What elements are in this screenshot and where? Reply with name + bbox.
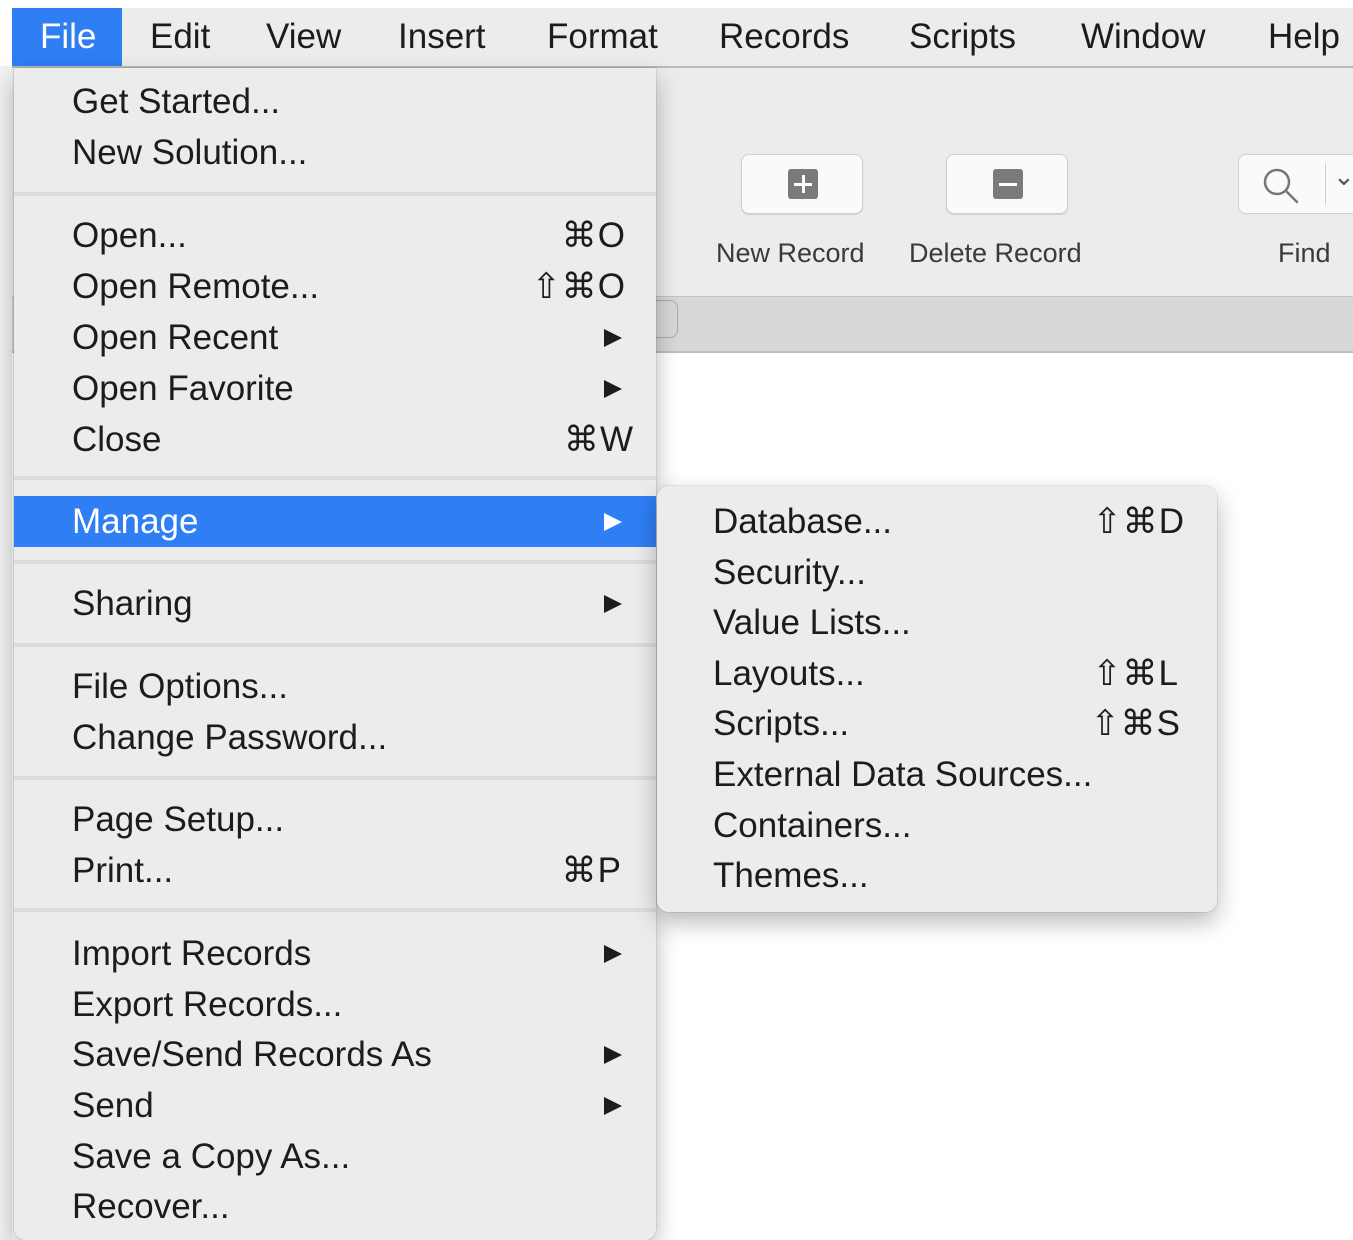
- menu-item-save-send-records-as[interactable]: Save/Send Records As: [14, 1029, 656, 1080]
- menu-item-label: Close: [72, 420, 162, 459]
- menu-separator: [14, 908, 656, 912]
- menu-item-close[interactable]: Close ⌘W: [14, 414, 656, 465]
- submenu-arrow-icon: [604, 329, 622, 347]
- background-window-edge: [0, 66, 12, 1240]
- menu-item-label: Sharing: [72, 584, 193, 623]
- menu-bar: File Edit View Insert Format Records Scr…: [12, 8, 1353, 68]
- menu-item-label: Themes...: [713, 856, 869, 895]
- menu-item-import-records[interactable]: Import Records: [14, 928, 656, 979]
- menu-item-open[interactable]: Open... ⌘O: [14, 210, 656, 261]
- menu-item-label: Value Lists...: [713, 603, 911, 642]
- menu-separator: [14, 476, 656, 480]
- menu-item-database[interactable]: Database... ⇧⌘D: [657, 496, 1217, 547]
- menu-item-label: Recover...: [72, 1187, 230, 1226]
- menu-records[interactable]: Records: [719, 8, 849, 66]
- menu-item-open-remote[interactable]: Open Remote... ⇧⌘O: [14, 261, 656, 312]
- menu-item-page-setup[interactable]: Page Setup...: [14, 794, 656, 845]
- menu-item-label: Get Started...: [72, 82, 281, 121]
- menu-item-label: Containers...: [713, 806, 912, 845]
- search-icon: [1263, 168, 1299, 204]
- menu-format[interactable]: Format: [547, 8, 658, 66]
- menu-item-label: Send: [72, 1086, 154, 1125]
- menu-item-label: New Solution...: [72, 133, 308, 172]
- new-record-button[interactable]: [741, 154, 863, 214]
- menu-item-new-solution[interactable]: New Solution...: [14, 127, 656, 178]
- menu-item-label: Save a Copy As...: [72, 1137, 351, 1176]
- plus-icon: [788, 169, 818, 199]
- menu-item-label: Open Remote...: [72, 267, 320, 306]
- menu-file[interactable]: File: [12, 8, 123, 66]
- delete-record-label: Delete Record: [909, 238, 1082, 268]
- menu-item-label: Export Records...: [72, 985, 343, 1024]
- menu-item-send[interactable]: Send: [14, 1080, 656, 1131]
- menu-item-save-a-copy-as[interactable]: Save a Copy As...: [14, 1131, 656, 1182]
- manage-submenu: Database... ⇧⌘D Security... Value Lists.…: [657, 486, 1217, 912]
- menu-item-label: External Data Sources...: [713, 755, 1093, 794]
- menu-item-shortcut: ⇧⌘D: [1092, 502, 1185, 541]
- menu-item-print[interactable]: Print... ⌘P: [14, 845, 656, 896]
- menu-item-layouts[interactable]: Layouts... ⇧⌘L: [657, 648, 1217, 699]
- menu-item-recover[interactable]: Recover...: [14, 1181, 656, 1232]
- find-label: Find: [1278, 238, 1331, 268]
- menu-item-label: Open Favorite: [72, 369, 294, 408]
- menu-item-themes[interactable]: Themes...: [657, 850, 1217, 901]
- menu-item-file-options[interactable]: File Options...: [14, 661, 656, 712]
- menu-item-security[interactable]: Security...: [657, 547, 1217, 598]
- submenu-arrow-icon: [604, 595, 622, 613]
- submenu-arrow-icon: [604, 1097, 622, 1115]
- menu-item-shortcut: ⌘P: [561, 851, 622, 890]
- menu-help[interactable]: Help: [1268, 8, 1340, 66]
- menu-item-label: Open...: [72, 216, 187, 255]
- find-divider: [1325, 163, 1326, 205]
- menu-item-external-data-sources[interactable]: External Data Sources...: [657, 749, 1217, 800]
- menu-item-shortcut: ⌘W: [563, 420, 634, 459]
- delete-record-button[interactable]: [946, 154, 1068, 214]
- file-menu: Get Started... New Solution... Open... ⌘…: [14, 68, 656, 1240]
- menu-item-label: Manage: [72, 502, 199, 541]
- submenu-arrow-icon: [604, 945, 622, 963]
- menu-window[interactable]: Window: [1081, 8, 1205, 66]
- menu-item-open-recent[interactable]: Open Recent: [14, 312, 656, 363]
- menu-item-shortcut: ⇧⌘L: [1092, 654, 1179, 693]
- menu-item-label: Scripts...: [713, 704, 850, 743]
- menu-item-export-records[interactable]: Export Records...: [14, 979, 656, 1030]
- menu-item-label: Save/Send Records As: [72, 1035, 432, 1074]
- menu-item-label: Page Setup...: [72, 800, 285, 839]
- submenu-arrow-icon: [604, 1046, 622, 1064]
- menu-item-get-started[interactable]: Get Started...: [14, 76, 656, 127]
- menu-item-label: Database...: [713, 502, 892, 541]
- menu-item-scripts[interactable]: Scripts... ⇧⌘S: [657, 698, 1217, 749]
- menu-item-containers[interactable]: Containers...: [657, 800, 1217, 851]
- menu-item-sharing[interactable]: Sharing: [14, 578, 656, 629]
- menu-separator: [14, 643, 656, 647]
- submenu-arrow-icon: [604, 513, 622, 531]
- menu-item-label: Open Recent: [72, 318, 279, 357]
- menu-separator: [14, 192, 656, 196]
- minus-icon: [993, 169, 1023, 199]
- menu-separator: [14, 560, 656, 564]
- menu-insert[interactable]: Insert: [398, 8, 486, 66]
- menu-item-label: File Options...: [72, 667, 288, 706]
- new-record-label: New Record: [716, 238, 865, 268]
- menu-item-shortcut: ⇧⌘S: [1090, 704, 1181, 743]
- menu-item-change-password[interactable]: Change Password...: [14, 712, 656, 763]
- submenu-arrow-icon: [604, 380, 622, 398]
- menu-item-label: Print...: [72, 851, 174, 890]
- menu-item-manage[interactable]: Manage: [14, 496, 656, 547]
- chevron-down-icon[interactable]: ⌄: [1333, 161, 1353, 192]
- menu-item-value-lists[interactable]: Value Lists...: [657, 597, 1217, 648]
- menu-scripts[interactable]: Scripts: [909, 8, 1016, 66]
- find-button[interactable]: ⌄: [1238, 154, 1353, 214]
- menu-item-shortcut: ⌘O: [561, 216, 626, 255]
- menu-item-open-favorite[interactable]: Open Favorite: [14, 363, 656, 414]
- menu-item-shortcut: ⇧⌘O: [531, 267, 626, 306]
- menu-separator: [14, 776, 656, 780]
- menu-item-label: Change Password...: [72, 718, 388, 757]
- menu-item-label: Security...: [713, 553, 867, 592]
- menu-item-label: Layouts...: [713, 654, 865, 693]
- menu-item-label: Import Records: [72, 934, 312, 973]
- menu-view[interactable]: View: [266, 8, 341, 66]
- menu-edit[interactable]: Edit: [150, 8, 210, 66]
